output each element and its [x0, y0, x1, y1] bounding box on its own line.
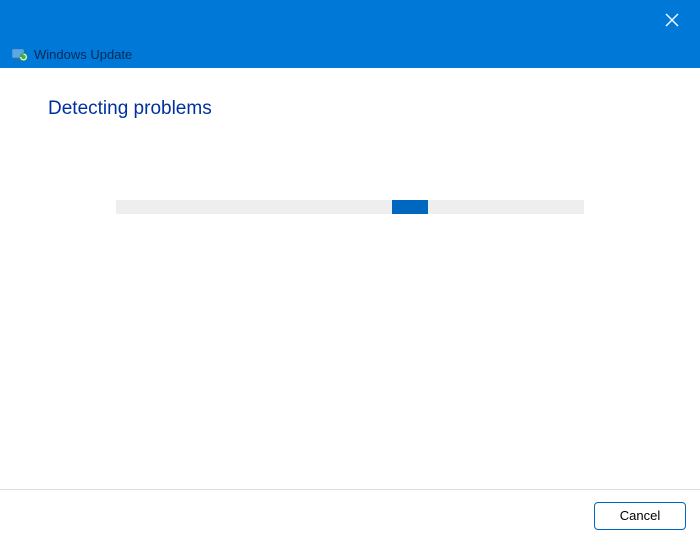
progress-bar	[116, 200, 584, 214]
progress-container	[48, 200, 652, 214]
titlebar: Windows Update	[0, 0, 700, 68]
cancel-button[interactable]: Cancel	[594, 502, 686, 530]
window-title: Windows Update	[34, 47, 132, 62]
close-icon	[665, 13, 679, 32]
content-area: Detecting problems	[0, 68, 700, 214]
windows-update-icon	[12, 48, 28, 62]
progress-indicator	[392, 200, 428, 214]
close-button[interactable]	[656, 8, 688, 36]
title-row: Windows Update	[12, 47, 132, 62]
page-heading: Detecting problems	[48, 98, 652, 120]
footer: Cancel	[0, 489, 700, 541]
